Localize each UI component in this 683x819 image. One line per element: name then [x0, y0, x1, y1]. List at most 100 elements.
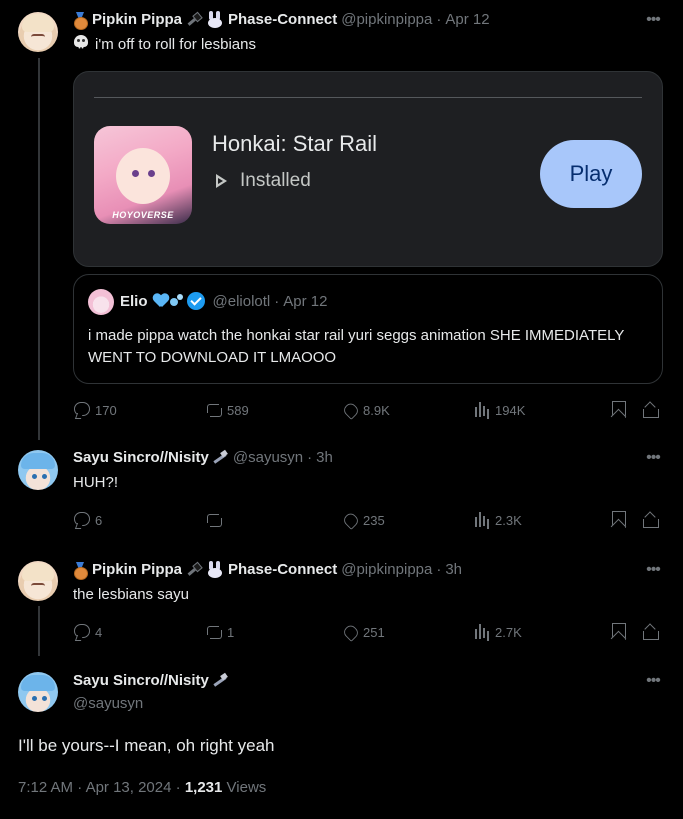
play-button[interactable]: Play: [540, 140, 642, 208]
like-count: 235: [363, 512, 385, 528]
avatar: [88, 289, 114, 315]
tweet-text: HUH?!: [73, 474, 119, 491]
separator: ·: [274, 292, 280, 310]
display-name: Elio: [120, 292, 148, 310]
display-name[interactable]: Sayu Sincro//Nisity: [73, 448, 209, 468]
avatar[interactable]: [18, 450, 58, 490]
repost-button[interactable]: 1: [205, 622, 234, 642]
bookmark-icon[interactable]: [609, 510, 627, 530]
display-name[interactable]: Sayu Sincro//Nisity: [73, 671, 209, 691]
app-icon-label: HOYOVERSE: [112, 210, 174, 220]
repost-icon: [205, 623, 223, 641]
views-label: Views: [226, 779, 267, 796]
avatar[interactable]: [18, 672, 58, 712]
separator: ·: [77, 779, 83, 796]
tweet-header: Pipkin Pippa Phase-Connect @pipkinpippa …: [73, 560, 462, 580]
reply-icon: [73, 511, 91, 529]
like-button[interactable]: 235: [341, 510, 385, 530]
skull-icon: [73, 35, 89, 51]
display-name[interactable]: Pipkin Pippa: [92, 560, 182, 580]
like-icon: [341, 511, 359, 529]
org-name[interactable]: Phase-Connect: [228, 10, 337, 30]
more-icon[interactable]: •••: [643, 560, 663, 580]
tweet-header: Pipkin Pippa Phase-Connect @pipkinpippa …: [73, 10, 490, 30]
timestamp[interactable]: 3h: [316, 448, 333, 468]
bunny-icon: [206, 561, 224, 579]
wrench-icon: [211, 450, 229, 466]
verified-icon: [186, 292, 205, 310]
views-count: 2.7K: [495, 624, 522, 640]
repost-button[interactable]: 589: [205, 400, 249, 420]
like-count: 251: [363, 624, 385, 640]
separator: ·: [436, 561, 442, 578]
action-bar: 170 589 8.9K 194K: [73, 400, 663, 420]
reply-button[interactable]: 4: [73, 622, 102, 642]
org-name[interactable]: Phase-Connect: [228, 560, 337, 580]
tweet-time[interactable]: 7:12 AM: [18, 779, 73, 796]
views-icon: [473, 623, 491, 641]
bubbles-icon: [169, 294, 184, 308]
separator: ·: [307, 449, 313, 466]
views-count: 194K: [495, 402, 526, 418]
divider: [94, 97, 642, 98]
reply-icon: [73, 401, 91, 419]
main-tweet-name-row: Sayu Sincro//Nisity: [73, 671, 229, 691]
timestamp[interactable]: Apr 12: [445, 10, 489, 30]
reply-button[interactable]: 6: [73, 510, 102, 530]
handle: @eliolotl: [212, 292, 271, 310]
app-icon: HOYOVERSE: [94, 126, 192, 224]
avatar[interactable]: [18, 12, 58, 52]
like-button[interactable]: 8.9K: [341, 400, 390, 420]
app-status: Installed: [214, 170, 311, 192]
tweet-text-content: i'm off to roll for lesbians: [95, 36, 256, 53]
bookmark-icon[interactable]: [609, 622, 627, 642]
thread-line: [38, 58, 40, 440]
like-count: 8.9K: [363, 402, 390, 418]
wrench-icon: [211, 673, 229, 689]
handle[interactable]: @sayusyn: [73, 694, 143, 714]
views-count: 2.3K: [495, 512, 522, 528]
views-button[interactable]: 2.3K: [473, 510, 522, 530]
handle[interactable]: @sayusyn: [233, 448, 303, 468]
repost-button[interactable]: [205, 510, 227, 530]
views-button[interactable]: 194K: [473, 400, 525, 420]
action-bar: 6 235 2.3K: [73, 510, 663, 530]
repost-icon: [205, 511, 223, 529]
bunny-icon: [206, 11, 224, 29]
repost-count: 589: [227, 402, 249, 418]
timestamp[interactable]: 3h: [445, 560, 462, 580]
timestamp: Apr 12: [283, 292, 328, 310]
app-status-label: Installed: [240, 170, 311, 191]
handle[interactable]: @pipkinpippa: [341, 10, 432, 30]
handle[interactable]: @pipkinpippa: [341, 560, 432, 580]
reply-count: 6: [95, 512, 103, 528]
views-count: 1,231: [184, 779, 223, 796]
reply-count: 4: [95, 624, 103, 640]
share-icon[interactable]: [641, 510, 659, 530]
views-button[interactable]: 2.7K: [473, 622, 522, 642]
more-icon[interactable]: •••: [643, 10, 663, 30]
main-tweet-text: I'll be yours--I mean, oh right yeah: [18, 736, 275, 755]
share-icon[interactable]: [641, 400, 659, 420]
heart-icon: [153, 294, 169, 308]
action-bar: 4 1 251 2.7K: [73, 622, 663, 642]
reply-icon: [73, 623, 91, 641]
avatar[interactable]: [18, 561, 58, 601]
repost-icon: [205, 401, 223, 419]
tweet-text: the lesbians sayu: [73, 586, 189, 603]
tweet-date[interactable]: Apr 13, 2024: [86, 779, 172, 796]
medal-icon: [73, 562, 88, 580]
repost-count: 1: [227, 624, 235, 640]
more-icon[interactable]: •••: [643, 448, 663, 468]
quote-tweet[interactable]: Elio @eliolotl · Apr 12 i made pippa wat…: [73, 274, 663, 384]
like-button[interactable]: 251: [341, 622, 385, 642]
tweet-header: Sayu Sincro//Nisity @sayusyn · 3h: [73, 448, 333, 468]
views-icon: [473, 401, 491, 419]
more-icon[interactable]: •••: [643, 671, 663, 691]
app-card[interactable]: HOYOVERSE Honkai: Star Rail Installed Pl…: [73, 71, 663, 267]
display-name[interactable]: Pipkin Pippa: [92, 10, 182, 30]
bookmark-icon[interactable]: [609, 400, 627, 420]
share-icon[interactable]: [641, 622, 659, 642]
reply-button[interactable]: 170: [73, 400, 117, 420]
installed-icon: [214, 173, 230, 189]
